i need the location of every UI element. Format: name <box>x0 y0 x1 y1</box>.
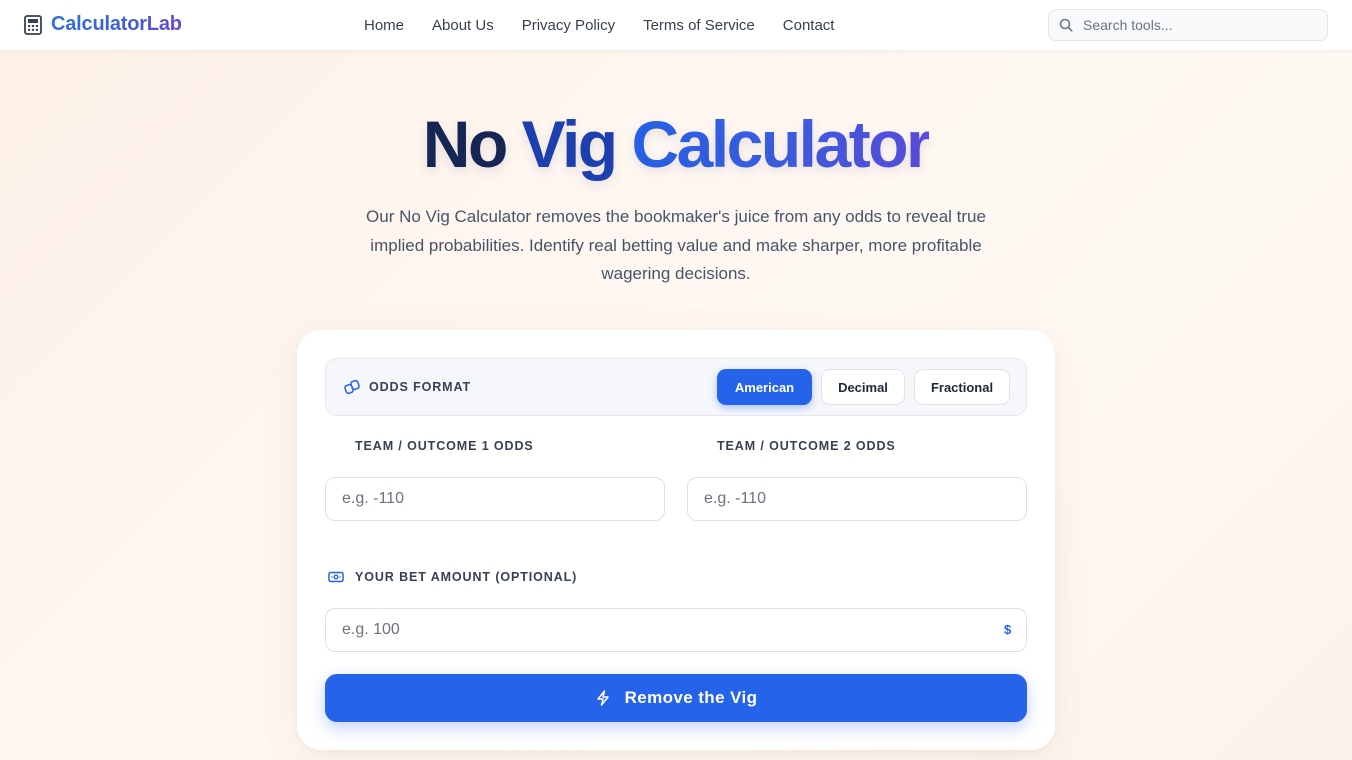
odds-format-bar: ODDS FORMAT American Decimal Fractional <box>325 358 1027 416</box>
format-option-american[interactable]: American <box>717 369 812 405</box>
calculator-icon <box>24 14 42 35</box>
team1-odds-label: TEAM / OUTCOME 1 ODDS <box>355 439 534 453</box>
odds-format-label: ODDS FORMAT <box>369 380 472 394</box>
title-word-no: No <box>422 107 508 181</box>
title-word-vig: Vig <box>521 107 618 181</box>
nav-link-contact[interactable]: Contact <box>783 17 835 34</box>
currency-symbol: $ <box>1004 622 1012 637</box>
search-box[interactable] <box>1048 9 1328 41</box>
nav-link-privacy-policy[interactable]: Privacy Policy <box>522 17 615 34</box>
brand-logo[interactable]: CalculatorLab <box>24 13 182 36</box>
nav-link-about-us[interactable]: About Us <box>432 17 494 34</box>
remove-vig-button[interactable]: Remove the Vig <box>325 674 1027 722</box>
remove-vig-label: Remove the Vig <box>624 688 758 707</box>
nav-link-terms-of-service[interactable]: Terms of Service <box>643 17 755 34</box>
page-title: No Vig Calculator <box>0 104 1352 184</box>
format-option-fractional[interactable]: Fractional <box>914 369 1010 405</box>
brand-name: CalculatorLab <box>51 13 182 35</box>
page-description: Our No Vig Calculator removes the bookma… <box>366 207 986 283</box>
title-word-calculator: Calculator <box>631 107 931 181</box>
bet-amount-input[interactable] <box>325 608 1027 652</box>
cash-icon <box>328 571 344 583</box>
link-icon <box>344 379 360 395</box>
bet-amount-label: YOUR BET AMOUNT (OPTIONAL) <box>355 570 578 584</box>
search-input[interactable] <box>1083 17 1313 33</box>
top-navbar: CalculatorLab Home About Us Privacy Poli… <box>0 0 1352 50</box>
team1-odds-input[interactable] <box>325 477 665 521</box>
lightning-icon <box>596 690 609 706</box>
format-option-decimal[interactable]: Decimal <box>821 369 905 405</box>
team2-odds-label: TEAM / OUTCOME 2 ODDS <box>717 439 896 453</box>
main-nav: Home About Us Privacy Policy Terms of Se… <box>350 0 848 50</box>
nav-link-home[interactable]: Home <box>364 17 404 34</box>
search-icon <box>1059 18 1073 32</box>
team2-odds-input[interactable] <box>687 477 1027 521</box>
calculator-card: ODDS FORMAT American Decimal Fractional … <box>297 330 1055 750</box>
